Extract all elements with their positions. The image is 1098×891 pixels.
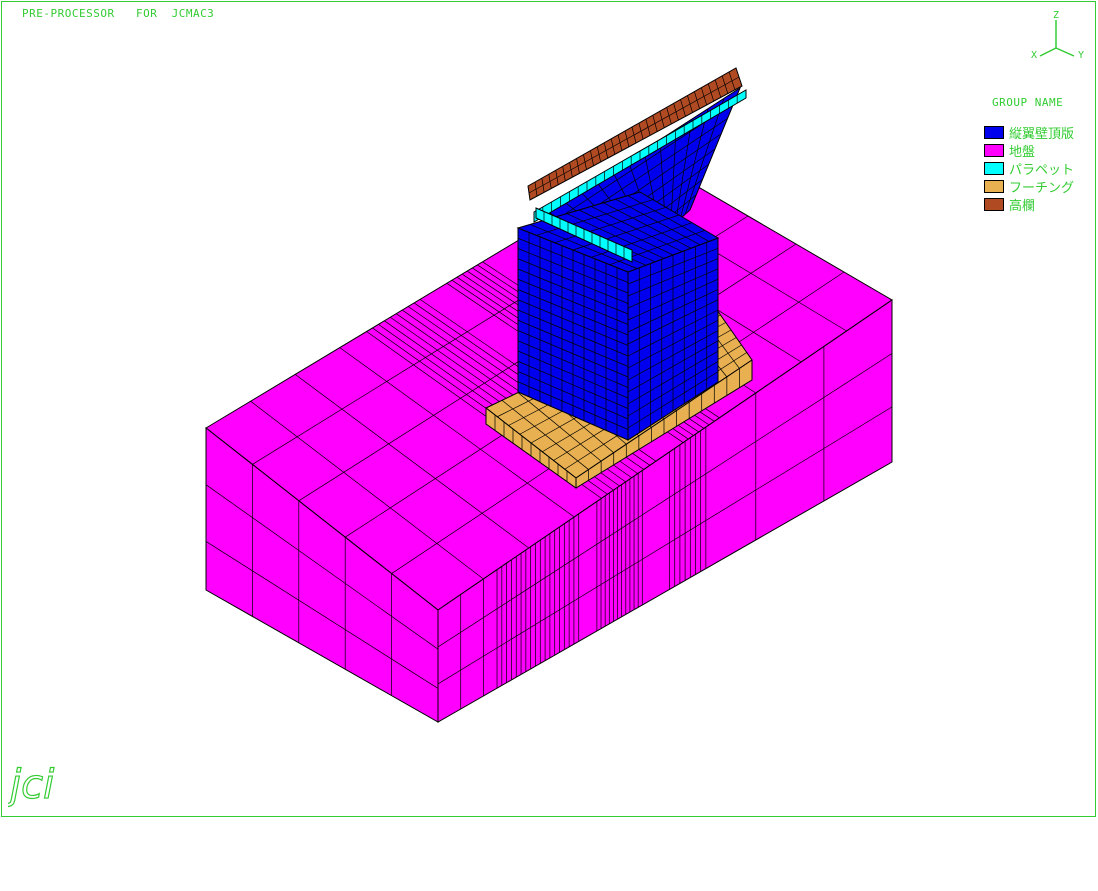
fem-model-view[interactable] [0, 0, 1098, 891]
legend-item: 地盤 [984, 141, 1074, 160]
legend-item: 高欄 [984, 195, 1074, 214]
legend-label: 地盤 [1009, 144, 1036, 160]
legend-item: 縦翼壁頂版 [984, 123, 1075, 142]
legend-label: 縦翼壁頂版 [1009, 126, 1075, 142]
legend-label: 高欄 [1009, 198, 1036, 214]
legend-label: フーチング [1009, 180, 1075, 196]
legend-item: フーチング [984, 177, 1075, 196]
legend-swatch [984, 161, 1004, 175]
axis-y-label: Y [1078, 50, 1084, 61]
group-legend: GROUP NAME 縦翼壁頂版 地盤 パラペット フーチング 高欄 [984, 96, 1075, 214]
abutment-walls [516, 67, 747, 441]
svg-text:jci: jci [8, 762, 54, 808]
axis-z-label: Z [1053, 10, 1059, 21]
legend-swatch [984, 125, 1004, 139]
legend-label: パラペット [1009, 162, 1075, 178]
legend-item: パラペット [984, 159, 1075, 178]
legend-swatch [984, 143, 1004, 157]
legend-swatch [984, 179, 1004, 193]
legend-swatch [984, 197, 1004, 211]
legend-title: GROUP NAME [992, 96, 1064, 109]
jci-logo-icon: jci [8, 761, 55, 808]
axis-x-label: X [1031, 50, 1037, 61]
axis-triad-icon: Z X Y [1031, 10, 1084, 61]
